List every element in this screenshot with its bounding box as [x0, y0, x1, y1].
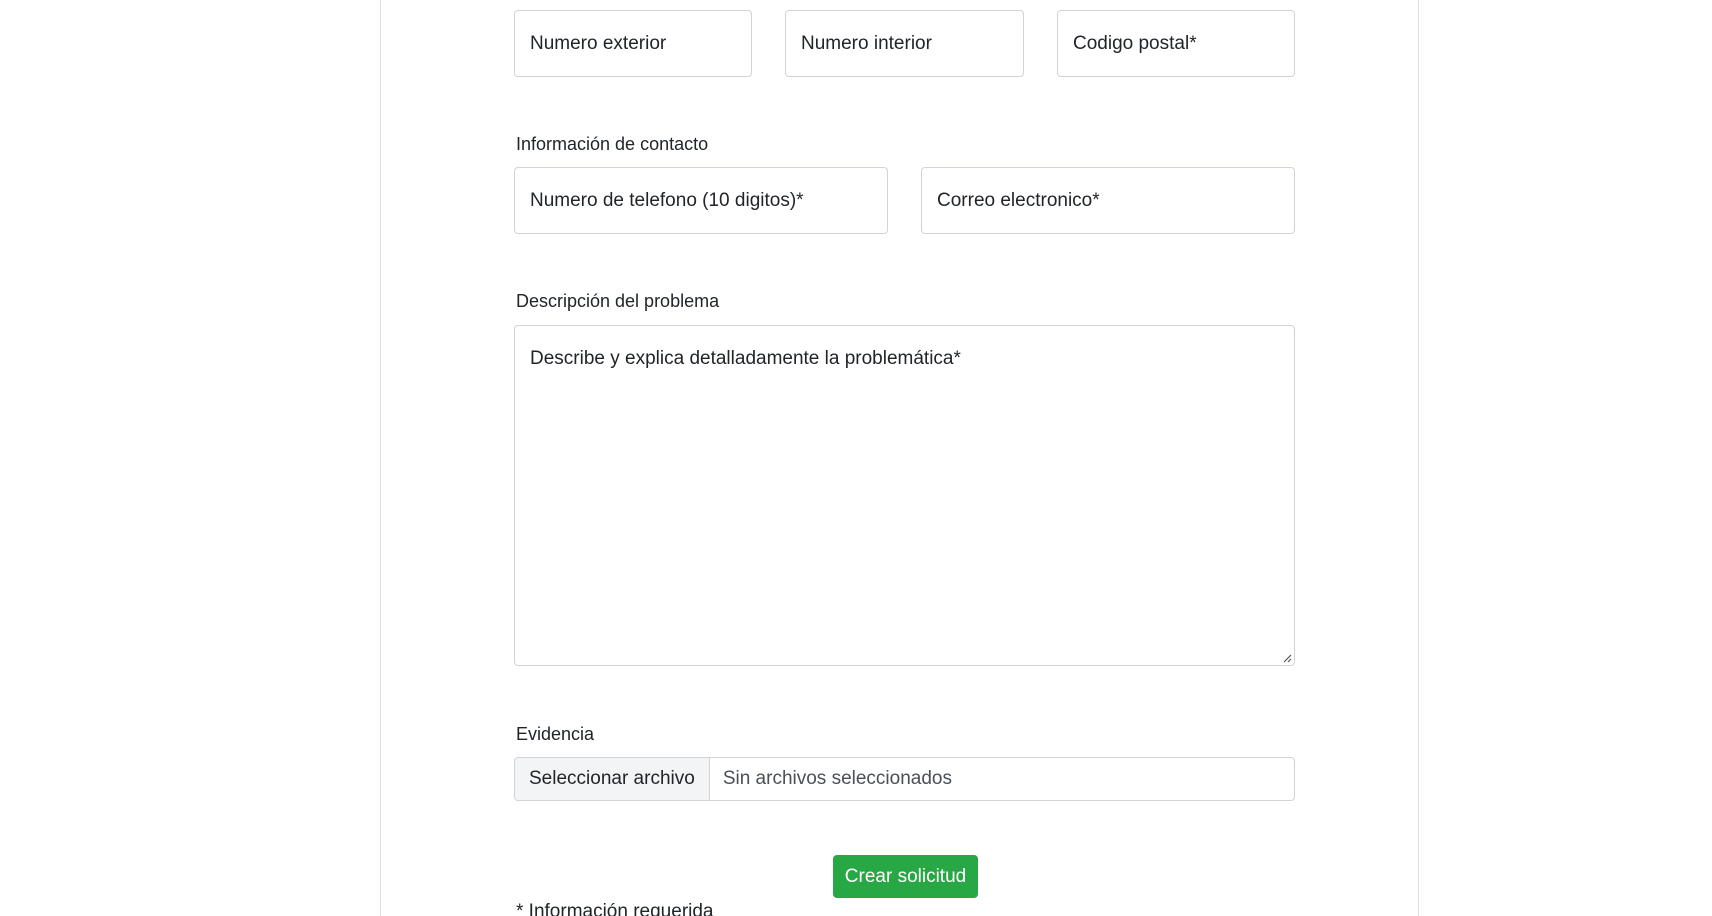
exterior-number-field[interactable]: Numero exterior [514, 10, 752, 77]
required-info-note: * Información requerida [516, 901, 714, 916]
email-field[interactable]: Correo electronico* [921, 167, 1295, 234]
file-input[interactable]: Seleccionar archivo Sin archivos selecci… [514, 757, 1295, 801]
phone-field[interactable]: Numero de telefono (10 digitos)* [514, 167, 888, 234]
page: Numero exterior Numero interior Codigo p… [0, 0, 1712, 916]
evidence-section-label: Evidencia [516, 724, 595, 744]
description-section-label: Descripción del problema [516, 291, 720, 311]
interior-number-field[interactable]: Numero interior [785, 10, 1024, 77]
resize-grip-icon[interactable] [1282, 653, 1292, 663]
exterior-number-placeholder: Numero exterior [530, 32, 667, 54]
description-textarea[interactable]: Describe y explica detalladamente la pro… [514, 325, 1295, 666]
interior-number-placeholder: Numero interior [801, 32, 932, 54]
select-file-button[interactable]: Seleccionar archivo [515, 758, 710, 800]
postal-code-field[interactable]: Codigo postal* [1057, 10, 1295, 77]
email-placeholder: Correo electronico* [937, 189, 1100, 211]
file-status-text: Sin archivos seleccionados [722, 768, 952, 789]
postal-code-placeholder: Codigo postal* [1073, 32, 1197, 54]
phone-placeholder: Numero de telefono (10 digitos)* [530, 189, 804, 211]
create-request-button[interactable]: Crear solicitud [833, 855, 978, 898]
description-placeholder: Describe y explica detalladamente la pro… [530, 348, 961, 369]
contact-section-label: Información de contacto [516, 134, 709, 154]
